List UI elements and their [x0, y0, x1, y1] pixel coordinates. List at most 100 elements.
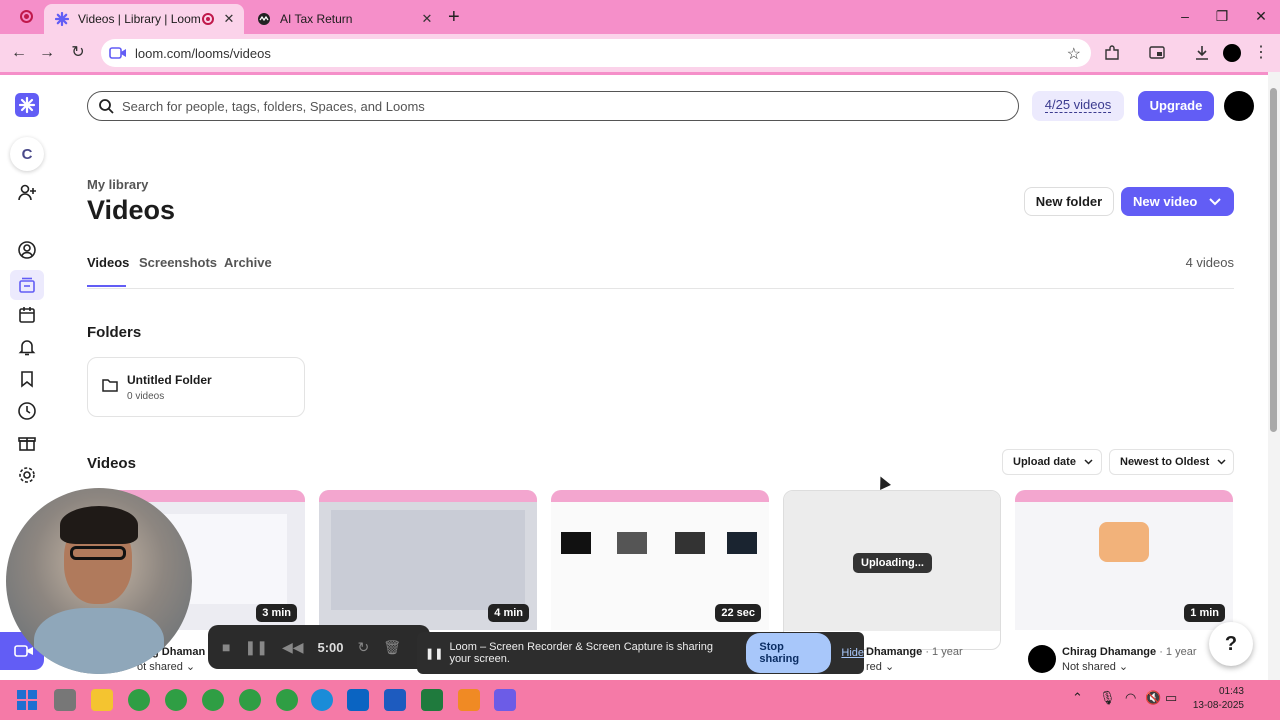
- scrollbar-thumb[interactable]: [1270, 88, 1277, 432]
- site-favicon-icon: [256, 11, 272, 27]
- download-icon[interactable]: [1193, 44, 1211, 62]
- sharing-status[interactable]: red ⌄: [866, 660, 894, 673]
- minimize-icon[interactable]: –: [1175, 8, 1195, 24]
- pause-share-icon: ❚❚: [425, 647, 444, 660]
- chevron-down-icon: [1217, 459, 1226, 465]
- tab-videos[interactable]: Videos: [87, 255, 129, 287]
- edge-icon[interactable]: [311, 689, 333, 711]
- new-tab-button[interactable]: +: [448, 6, 460, 29]
- new-video-button[interactable]: New video: [1121, 187, 1234, 216]
- bell-icon[interactable]: [15, 335, 39, 359]
- stop-recording-icon[interactable]: ■: [222, 639, 230, 655]
- video-duration: 3 min: [256, 604, 297, 622]
- video-thumbnail: 4 min: [319, 490, 537, 630]
- tab-ai-tax-return[interactable]: AI Tax Return ✕: [246, 4, 442, 34]
- upgrade-button[interactable]: Upgrade: [1138, 91, 1214, 121]
- sharing-status[interactable]: Not shared ⌄: [1062, 660, 1128, 673]
- user-avatar[interactable]: [1224, 91, 1254, 121]
- folder-video-count: 0 videos: [127, 391, 165, 402]
- chrome-profile-icon[interactable]: [165, 689, 187, 711]
- video-card[interactable]: 1 min: [1015, 490, 1233, 650]
- pause-icon[interactable]: ❚❚: [244, 639, 267, 656]
- delete-icon[interactable]: 🗑: [383, 639, 401, 656]
- chevron-down-icon: [1084, 459, 1093, 465]
- workspace-badge[interactable]: C: [10, 137, 44, 171]
- video-quota-badge[interactable]: 4/25 videos: [1032, 91, 1124, 121]
- loom-favicon-icon: [54, 11, 70, 27]
- help-button[interactable]: ?: [1209, 622, 1253, 666]
- folder-card[interactable]: Untitled Folder 0 videos: [87, 357, 305, 417]
- close-tab-icon[interactable]: ✕: [220, 11, 238, 27]
- page-scrollbar[interactable]: [1268, 72, 1280, 680]
- app-icon[interactable]: [494, 689, 516, 711]
- task-view-icon[interactable]: [54, 689, 76, 711]
- forward-icon[interactable]: →: [36, 42, 58, 64]
- file-explorer-icon[interactable]: [91, 689, 113, 711]
- sort-order-dropdown[interactable]: Newest to Oldest: [1109, 449, 1234, 475]
- reload-icon[interactable]: ↻: [67, 42, 89, 64]
- microphone-icon[interactable]: 🎙: [1099, 690, 1116, 706]
- new-folder-button[interactable]: New folder: [1024, 187, 1114, 216]
- breadcrumb[interactable]: My library: [87, 177, 148, 192]
- address-bar[interactable]: loom.com/looms/videos ☆: [101, 39, 1091, 67]
- stop-sharing-button[interactable]: Stop sharing: [746, 633, 832, 673]
- word-icon[interactable]: [384, 689, 406, 711]
- tab-recording-icon: [202, 13, 214, 25]
- calendar-icon[interactable]: [15, 303, 39, 327]
- video-duration: 4 min: [488, 604, 529, 622]
- hide-link[interactable]: Hide: [841, 647, 864, 659]
- owner-avatar: [1028, 645, 1056, 673]
- new-video-label: New video: [1133, 194, 1198, 209]
- video-duration: 1 min: [1184, 604, 1225, 622]
- video-count: 4 videos: [1185, 255, 1234, 270]
- profile-avatar[interactable]: [1223, 44, 1241, 62]
- chrome-profile-icon[interactable]: [276, 689, 298, 711]
- maximize-icon[interactable]: ❐: [1212, 8, 1232, 25]
- chrome-profile-icon[interactable]: [239, 689, 261, 711]
- back-icon[interactable]: ←: [8, 42, 30, 64]
- system-clock[interactable]: 01:43 13-08-2025: [1193, 685, 1244, 713]
- windows-start-icon[interactable]: [16, 689, 38, 711]
- chevron-up-icon[interactable]: ⌃: [1072, 690, 1083, 706]
- browser-menu-icon[interactable]: ⋮: [1250, 42, 1272, 64]
- sort-by-dropdown[interactable]: Upload date: [1002, 449, 1102, 475]
- chrome-icon[interactable]: [128, 689, 150, 711]
- library-icon[interactable]: [15, 273, 39, 297]
- bookmark-icon[interactable]: [15, 367, 39, 391]
- volume-muted-icon[interactable]: 🔇: [1145, 690, 1161, 706]
- close-window-icon[interactable]: ✕: [1251, 8, 1271, 25]
- battery-icon[interactable]: ▭: [1165, 690, 1177, 706]
- clock-time: 01:43: [1218, 686, 1244, 697]
- rewind-icon[interactable]: ◀◀: [282, 639, 304, 656]
- excel-icon[interactable]: [421, 689, 443, 711]
- sort-by-value: Upload date: [1013, 456, 1076, 468]
- outlook-icon[interactable]: [347, 689, 369, 711]
- video-duration: 22 sec: [715, 604, 761, 622]
- cast-icon[interactable]: [1148, 44, 1166, 62]
- chrome-profile-icon[interactable]: [202, 689, 224, 711]
- clock-icon[interactable]: [15, 399, 39, 423]
- add-person-icon[interactable]: [15, 181, 39, 205]
- bookmark-star-icon[interactable]: ☆: [1067, 44, 1081, 64]
- search-icon: [99, 99, 114, 114]
- video-card-uploading[interactable]: Uploading...: [783, 490, 1001, 650]
- tab-videos-library[interactable]: Videos | Library | Loom ✕: [44, 4, 244, 34]
- search-bar[interactable]: [87, 91, 1019, 121]
- tab-screenshots[interactable]: Screenshots: [139, 255, 217, 287]
- gift-icon[interactable]: [15, 431, 39, 455]
- pen-app-icon[interactable]: [458, 689, 480, 711]
- search-input[interactable]: [122, 98, 1018, 114]
- camera-icon: [14, 645, 33, 657]
- video-card[interactable]: 22 sec: [551, 490, 769, 650]
- person-icon[interactable]: [15, 238, 39, 262]
- close-tab-icon[interactable]: ✕: [418, 11, 436, 27]
- webcam-bubble[interactable]: [6, 488, 192, 674]
- video-owner: Chirag Dhamange · 1 year: [1062, 646, 1197, 658]
- wifi-icon[interactable]: ◠: [1125, 690, 1136, 706]
- loom-logo-icon[interactable]: [15, 93, 39, 117]
- gear-icon[interactable]: [15, 463, 39, 487]
- extensions-icon[interactable]: [1103, 44, 1121, 62]
- folder-name: Untitled Folder: [127, 373, 212, 387]
- restart-icon[interactable]: ↻: [358, 639, 370, 656]
- tab-archive[interactable]: Archive: [224, 255, 272, 287]
